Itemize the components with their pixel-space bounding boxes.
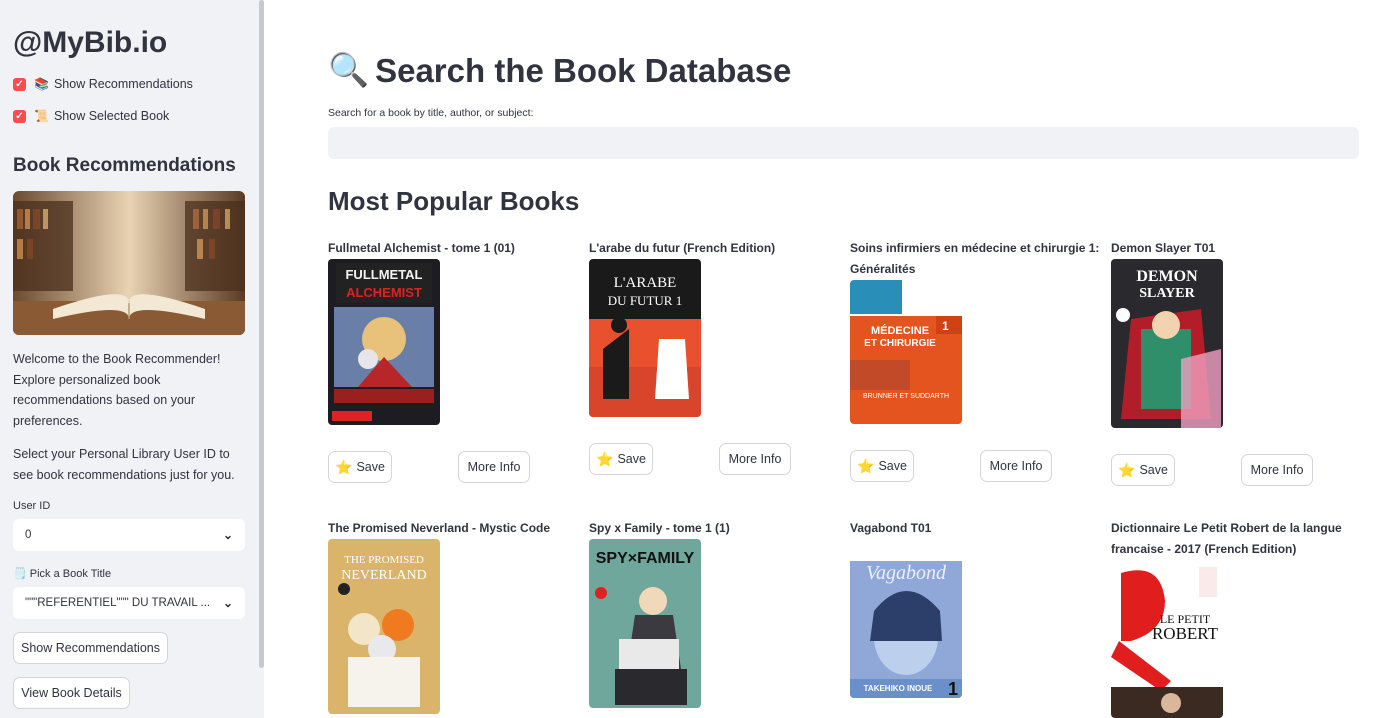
more-info-button[interactable]: More Info: [980, 450, 1052, 482]
book-title: Fullmetal Alchemist - tome 1 (01): [328, 241, 515, 255]
book-cover-image[interactable]: SPY×FAMILY: [589, 539, 701, 708]
library-hero-image: [13, 191, 245, 335]
save-button[interactable]: ⭐ Save: [589, 443, 653, 475]
book-cover-image[interactable]: MÉDECINE ET CHIRURGIE BRUNNER ET SUDDART…: [850, 280, 962, 424]
more-info-button[interactable]: More Info: [1241, 454, 1313, 486]
book-cover-image[interactable]: DEMON SLAYER: [1111, 259, 1223, 428]
book-title: Spy x Family - tome 1 (1): [589, 521, 730, 535]
svg-text:ROBERT: ROBERT: [1152, 624, 1219, 643]
save-button[interactable]: ⭐ Save: [850, 450, 914, 482]
svg-text:1: 1: [948, 679, 958, 698]
view-book-details-button[interactable]: View Book Details: [13, 677, 130, 709]
svg-text:L'ARABE: L'ARABE: [614, 275, 677, 291]
checkbox-label: Show Selected Book: [53, 109, 170, 123]
svg-text:DU FUTUR 1: DU FUTUR 1: [608, 293, 682, 308]
book-title-select[interactable]: """REFERENTIEL""" DU TRAVAIL ... ⌄: [13, 587, 245, 619]
star-icon: ⭐: [857, 457, 875, 474]
save-label: Save: [356, 460, 385, 474]
star-icon: ⭐: [596, 450, 614, 467]
book-title: Vagabond T01: [850, 521, 932, 535]
svg-text:SPY×FAMILY: SPY×FAMILY: [596, 550, 695, 567]
save-label: Save: [1139, 463, 1168, 477]
svg-text:MÉDECINE: MÉDECINE: [871, 324, 929, 337]
more-info-button[interactable]: More Info: [458, 451, 530, 483]
book-cover-image[interactable]: Vagabond TAKEHIKO INOUE 1: [850, 541, 962, 698]
sidebar-heading: Book Recommendations: [13, 155, 236, 176]
svg-text:DEMON: DEMON: [1136, 268, 1198, 285]
search-icon: 🔍: [328, 51, 370, 88]
book-title: Demon Slayer T01: [1111, 241, 1216, 255]
svg-text:ALCHEMIST: ALCHEMIST: [346, 285, 422, 300]
select-prompt-text: Select your Personal Library User ID to …: [13, 447, 235, 482]
svg-text:FULLMETAL: FULLMETAL: [345, 267, 422, 282]
svg-text:NEVERLAND: NEVERLAND: [341, 568, 427, 583]
checkbox-label: Show Recommendations: [53, 77, 193, 91]
svg-text:Vagabond: Vagabond: [866, 562, 947, 584]
svg-text:ET CHIRURGIE: ET CHIRURGIE: [864, 338, 936, 349]
book-cover-image[interactable]: LE PETIT ROBERT: [1111, 561, 1223, 718]
brand-title: @MyBib.io: [13, 26, 168, 59]
save-button[interactable]: ⭐ Save: [1111, 454, 1175, 486]
books-icon: 📚: [34, 77, 49, 91]
sidebar-scrollbar[interactable]: [259, 0, 264, 668]
book-title: The Promised Neverland - Mystic Code: [328, 521, 551, 535]
checkmark-icon: ✓: [13, 109, 26, 123]
scroll-icon: 📜: [34, 109, 49, 123]
show-recommendations-checkbox[interactable]: ✓ 📚 Show Recommendations: [13, 77, 193, 91]
welcome-text: Welcome to the Book Recommender! Explore…: [13, 352, 221, 428]
book-title-label: 🗒️ Pick a Book Title: [13, 568, 112, 580]
svg-text:TAKEHIKO INOUE: TAKEHIKO INOUE: [864, 684, 933, 693]
user-id-label: User ID: [13, 500, 51, 512]
checkmark-icon: ✓: [13, 77, 26, 91]
star-icon: ⭐: [335, 458, 353, 475]
book-cover-image[interactable]: THE PROMISED NEVERLAND: [328, 539, 440, 714]
save-label: Save: [878, 459, 907, 473]
book-cover-image[interactable]: FULLMETAL ALCHEMIST: [328, 259, 440, 425]
chevron-down-icon: ⌄: [222, 528, 233, 542]
user-id-select[interactable]: 0 ⌄: [13, 519, 245, 551]
svg-text:1: 1: [942, 319, 949, 333]
popular-books-heading: Most Popular Books: [328, 186, 580, 216]
book-title: Dictionnaire Le Petit Robert de la langu…: [1111, 521, 1342, 556]
page-title-text: Search the Book Database: [375, 51, 792, 89]
chevron-down-icon: ⌄: [222, 596, 233, 610]
svg-text:BRUNNER ET SUDDARTH: BRUNNER ET SUDDARTH: [863, 393, 949, 400]
search-input[interactable]: [328, 127, 1359, 159]
book-title: L'arabe du futur (French Edition): [589, 241, 776, 255]
search-label: Search for a book by title, author, or s…: [328, 107, 534, 119]
svg-text:SLAYER: SLAYER: [1139, 286, 1195, 301]
save-label: Save: [617, 452, 646, 466]
more-info-button[interactable]: More Info: [719, 443, 791, 475]
show-selected-book-checkbox[interactable]: ✓ 📜 Show Selected Book: [13, 109, 169, 123]
show-recommendations-button[interactable]: Show Recommendations: [13, 632, 168, 664]
page-title: 🔍 Search the Book Database: [328, 51, 791, 90]
save-button[interactable]: ⭐ Save: [328, 451, 392, 483]
book-cover-image[interactable]: L'ARABE DU FUTUR 1: [589, 259, 701, 417]
star-icon: ⭐: [1118, 461, 1136, 478]
sidebar: @MyBib.io ✓ 📚 Show Recommendations ✓ 📜 S…: [0, 0, 264, 718]
book-title: Soins infirmiers en médecine et chirurgi…: [850, 241, 1100, 276]
user-id-value: 0: [25, 529, 32, 541]
book-title-value: """REFERENTIEL""" DU TRAVAIL ...: [25, 597, 211, 609]
svg-text:THE PROMISED: THE PROMISED: [344, 554, 424, 566]
